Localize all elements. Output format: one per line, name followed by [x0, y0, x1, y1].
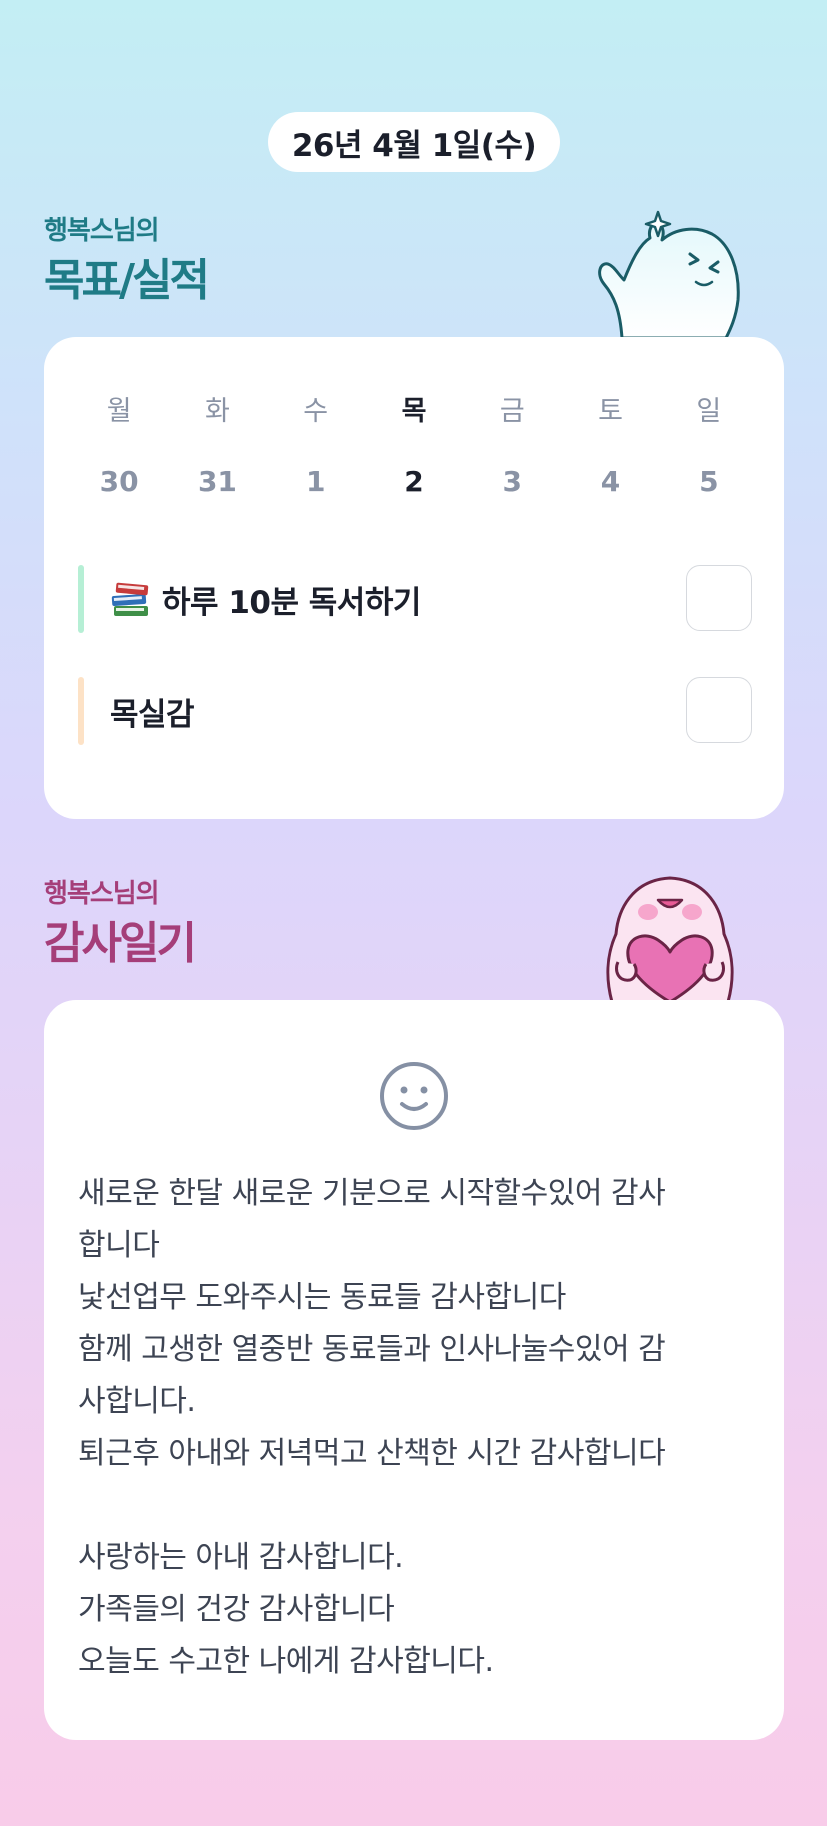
diary-line: 사랑하는 아내 감사합니다. — [78, 1540, 404, 1575]
diary-line: 오늘도 수고한 나에게 감사합니다. — [78, 1644, 494, 1679]
weekday-label: 금 — [499, 396, 525, 427]
diary-line: 합니다 — [78, 1228, 160, 1263]
waving-character-illustration — [598, 210, 740, 338]
date-cell[interactable]: 31 — [168, 465, 266, 498]
goal-color-bar — [78, 565, 84, 633]
goal-checkbox[interactable] — [686, 565, 752, 631]
goal-label: 목실감 — [110, 696, 195, 733]
gratitude-diary-text: 새로운 한달 새로운 기분으로 시작할수있어 감사 합니다 낯선업무 도와주시는… — [78, 1168, 758, 1688]
weekday-label-today: 목 — [401, 396, 427, 427]
diary-line: 낯선업무 도와주시는 동료들 감사합니다 — [78, 1280, 566, 1315]
weekday-header: 월 화 수 목 금 토 일 — [44, 389, 784, 428]
date-label: 26년 4월 1일(수) — [291, 127, 537, 164]
date-cell[interactable]: 4 — [561, 465, 659, 498]
goal-item[interactable]: 목실감 — [78, 677, 752, 745]
smiley-icon — [380, 1062, 448, 1130]
goal-checkbox[interactable] — [686, 677, 752, 743]
date-cell[interactable]: 5 — [660, 465, 758, 498]
diary-line: 사합니다. — [78, 1384, 196, 1419]
goal-color-bar — [78, 677, 84, 745]
books-icon — [111, 582, 149, 616]
goals-card: 월 화 수 목 금 토 일 30 31 1 2 3 4 5 하루 10분 독서하… — [44, 337, 784, 819]
date-cell[interactable]: 30 — [70, 465, 168, 498]
weekday-label: 토 — [598, 396, 623, 427]
goals-section-title: 목표/실적 — [44, 255, 210, 306]
weekday-label: 수 — [303, 396, 329, 427]
weekday-label: 일 — [696, 396, 722, 427]
goal-item[interactable]: 하루 10분 독서하기 — [78, 565, 752, 633]
weekday-label: 월 — [106, 396, 132, 427]
gratitude-diary-card: 새로운 한달 새로운 기분으로 시작할수있어 감사 합니다 낯선업무 도와주시는… — [44, 1000, 784, 1740]
weekday-label: 화 — [205, 396, 230, 427]
diary-line: 새로운 한달 새로운 기분으로 시작할수있어 감사 — [78, 1176, 666, 1211]
goal-label: 하루 10분 독서하기 — [162, 584, 421, 621]
heart-character-illustration — [606, 876, 734, 1002]
week-dates-row: 30 31 1 2 3 4 5 — [44, 465, 784, 498]
date-cell[interactable]: 1 — [267, 465, 365, 498]
diary-line-blank — [78, 1480, 758, 1532]
gratitude-section-title: 감사일기 — [44, 918, 197, 969]
diary-line: 퇴근후 아내와 저녁먹고 산책한 시간 감사합니다 — [78, 1436, 666, 1471]
gratitude-section-subtitle: 행복스님의 — [44, 879, 160, 909]
diary-line: 가족들의 건강 감사합니다 — [78, 1592, 395, 1627]
date-cell-today[interactable]: 2 — [365, 465, 463, 498]
diary-line: 함께 고생한 열중반 동료들과 인사나눌수있어 감 — [78, 1332, 666, 1367]
goals-section-subtitle: 행복스님의 — [44, 216, 160, 246]
date-selector[interactable]: 26년 4월 1일(수) — [268, 112, 560, 172]
date-cell[interactable]: 3 — [463, 465, 561, 498]
